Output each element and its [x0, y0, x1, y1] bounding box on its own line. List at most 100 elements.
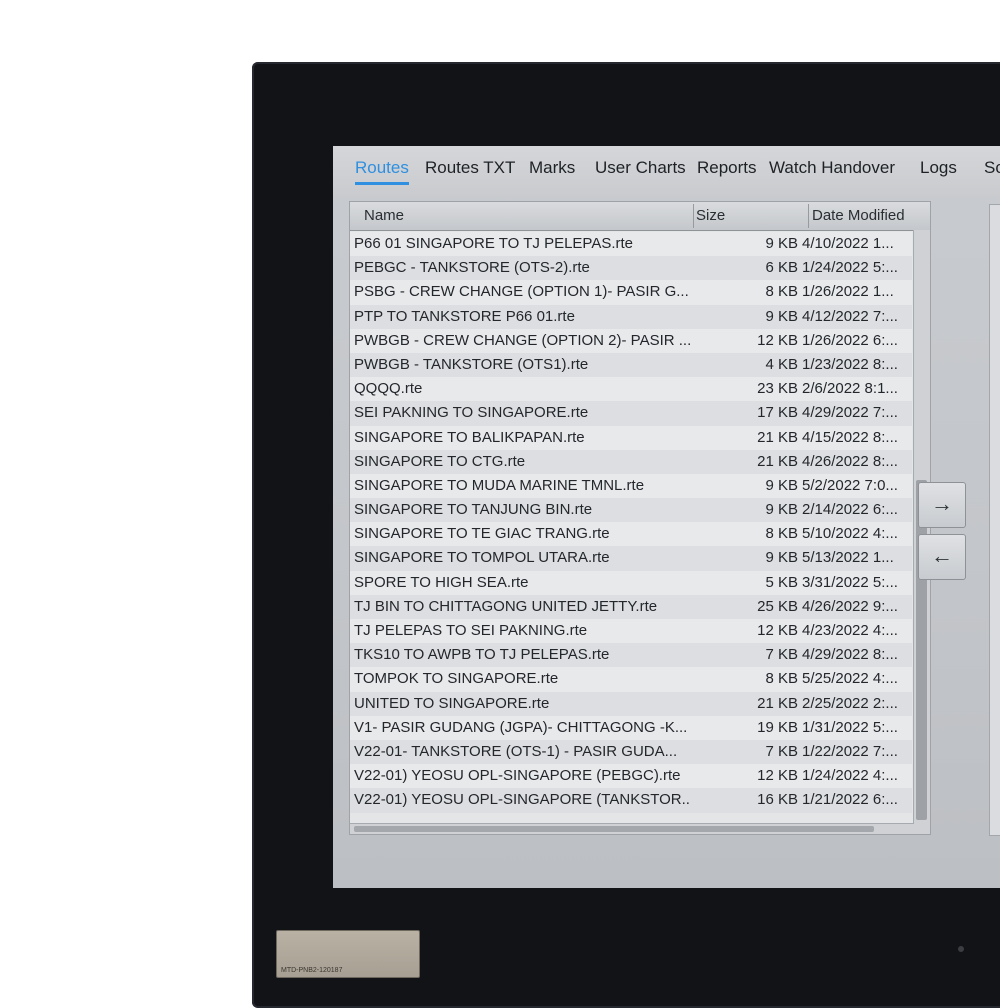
- table-row[interactable]: SINGAPORE TO CTG.rte 21 KB 4/26/2022 8:...: [350, 449, 912, 474]
- table-row[interactable]: TOMPOK TO SINGAPORE.rte 8 KB 5/25/2022 4:.…: [350, 667, 912, 692]
- file-name-cell: SINGAPORE TO CTG.rte: [354, 452, 526, 470]
- table-row[interactable]: TKS10 TO AWPB TO TJ PELEPAS.rte 7 KB 4/29/…: [350, 643, 912, 668]
- column-divider[interactable]: [808, 204, 809, 228]
- date-modified-cell: 1/23/2022 8:...: [802, 355, 898, 373]
- date-modified-cell: 5/13/2022 1...: [802, 549, 894, 567]
- vertical-scroll-thumb[interactable]: [916, 480, 927, 820]
- date-modified-cell: 4/23/2022 4:...: [802, 622, 898, 639]
- vertical-scrollbar[interactable]: [913, 230, 930, 834]
- file-size-cell: 12 KB: [757, 331, 798, 349]
- file-size-cell: 23 KB: [757, 380, 798, 398]
- date-modified-cell: 1/24/2022 5:...: [802, 259, 898, 277]
- table-row[interactable]: SINGAPORE TO TE GIAC TRANG.rte 8 KB 5/10/2…: [350, 522, 912, 547]
- file-name-cell: PTP TO TANKSTORE P66 01.rte: [354, 307, 575, 325]
- arrow-right-icon: →: [931, 491, 953, 516]
- move-left-button[interactable]: ←: [918, 534, 966, 580]
- file-size-cell: 25 KB: [757, 597, 798, 615]
- file-name-cell: SEI PAKNING TO SINGAPORE.rte: [354, 404, 589, 422]
- file-size-cell: 12 KB: [757, 767, 798, 785]
- date-modified-cell: 2/25/2022 2:...: [802, 694, 898, 712]
- table-row[interactable]: SINGAPORE TO BALIKPAPAN.rte 21 KB 4/15/202…: [350, 425, 912, 450]
- table-row[interactable]: SINGAPORE TO MUDA MARINE TMNL.rte 9 KB 5/2…: [350, 473, 912, 499]
- table-row[interactable]: V22-01- TANKSTORE (OTS-1) - PASIR GUDA..…: [350, 739, 912, 765]
- tab-reports[interactable]: Reports: [697, 158, 757, 178]
- file-size-cell: 9 KB: [765, 501, 798, 519]
- table-row[interactable]: V1- PASIR GUDANG (JGPA)- CHITTAGONG -K..…: [350, 715, 912, 740]
- move-right-button[interactable]: →: [918, 482, 966, 528]
- file-name-cell: V22-01) YEOSU OPL-SINGAPORE (TANKSTOR...: [354, 791, 690, 809]
- monitor-screen: Routes Routes TXT Marks User Charts Repo…: [333, 146, 1000, 888]
- serial-label-text: MTD-PNB2-120187: [281, 967, 343, 974]
- file-name-cell: SPORE TO HIGH SEA.rte: [354, 573, 529, 591]
- file-name-cell: TJ BIN TO CHITTAGONG UNITED JETTY.rte: [354, 597, 658, 615]
- table-row[interactable]: TJ BIN TO CHITTAGONG UNITED JETTY.rte 25 …: [350, 594, 912, 619]
- table-row[interactable]: SINGAPORE TO TANJUNG BIN.rte 9 KB 2/14/202…: [350, 498, 912, 523]
- file-name-cell: PEBGC - TANKSTORE (OTS-2).rte: [354, 259, 590, 277]
- file-name-cell: QQQQ.rte: [354, 380, 423, 398]
- date-modified-cell: 4/29/2022 8:...: [802, 646, 898, 664]
- table-row[interactable]: V22-01) YEOSU OPL-SINGAPORE (PEBGC).rte 1…: [350, 764, 912, 789]
- file-size-cell: 4 KB: [765, 355, 798, 373]
- tab-routes-txt[interactable]: Routes TXT: [425, 158, 515, 178]
- table-row[interactable]: SPORE TO HIGH SEA.rte 5 KB 3/31/2022 5:...: [350, 570, 912, 595]
- date-modified-cell: 1/31/2022 5:...: [802, 718, 898, 736]
- date-modified-cell: 1/26/2022 6:...: [802, 331, 898, 349]
- horizontal-scrollbar[interactable]: [350, 823, 914, 834]
- right-panel: [989, 204, 1000, 836]
- table-row[interactable]: V22-01) YEOSU OPL-SINGAPORE (TANKSTOR...…: [350, 788, 912, 813]
- file-size-cell: 9 KB: [765, 476, 798, 494]
- date-modified-cell: 5/25/2022 4:...: [802, 670, 898, 688]
- file-size-cell: 21 KB: [757, 694, 798, 712]
- tab-bar: Routes Routes TXT Marks User Charts Repo…: [333, 146, 1000, 196]
- file-name-cell: PSBG - CREW CHANGE (OPTION 1)- PASIR G..…: [354, 283, 689, 301]
- table-row[interactable]: TJ PELEPAS TO SEI PAKNING.rte 12 KB 4/23/2…: [350, 619, 912, 644]
- file-name-cell: SINGAPORE TO BALIKPAPAN.rte: [354, 428, 585, 446]
- date-modified-cell: 4/12/2022 7:...: [802, 307, 898, 325]
- table-row[interactable]: PEBGC - TANKSTORE (OTS-2).rte 6 KB 1/24/20…: [350, 256, 912, 281]
- date-modified-cell: 4/26/2022 8:...: [802, 452, 898, 470]
- date-modified-cell: 3/31/2022 5:...: [802, 573, 898, 591]
- file-size-cell: 17 KB: [757, 404, 798, 422]
- route-file-list: Name Size Date Modified P66 01 SINGAPORE…: [349, 201, 931, 835]
- table-row[interactable]: PWBGB - TANKSTORE (OTS1).rte 4 KB 1/23/202…: [350, 352, 912, 378]
- date-modified-cell: 1/22/2022 7:...: [802, 742, 898, 760]
- file-size-cell: 21 KB: [757, 428, 798, 446]
- horizontal-scroll-thumb[interactable]: [354, 826, 874, 832]
- file-size-cell: 5 KB: [765, 573, 798, 591]
- date-modified-cell: 2/6/2022 8:1...: [802, 380, 898, 398]
- column-header-name[interactable]: Name: [364, 207, 404, 224]
- tab-user-charts[interactable]: User Charts: [595, 158, 686, 178]
- table-row[interactable]: P66 01 SINGAPORE TO TJ PELEPAS.rte 9 KB 4/…: [350, 232, 912, 257]
- column-header-size[interactable]: Size: [696, 207, 725, 224]
- file-name-cell: V1- PASIR GUDANG (JGPA)- CHITTAGONG -K..…: [354, 718, 688, 736]
- file-name-cell: TJ PELEPAS TO SEI PAKNING.rte: [354, 622, 588, 639]
- list-body: P66 01 SINGAPORE TO TJ PELEPAS.rte 9 KB 4/…: [350, 232, 912, 813]
- file-name-cell: SINGAPORE TO TANJUNG BIN.rte: [354, 501, 593, 519]
- tab-watch-handover[interactable]: Watch Handover: [769, 158, 895, 178]
- date-modified-cell: 4/15/2022 8:...: [802, 428, 898, 446]
- table-row[interactable]: PWBGB - CREW CHANGE (OPTION 2)- PASIR ..…: [350, 328, 912, 353]
- column-divider[interactable]: [693, 204, 694, 228]
- file-name-cell: V22-01- TANKSTORE (OTS-1) - PASIR GUDA..…: [354, 742, 678, 760]
- arrow-left-icon: ←: [931, 543, 953, 568]
- tab-logs[interactable]: Logs: [920, 158, 957, 178]
- table-row[interactable]: PTP TO TANKSTORE P66 01.rte 9 KB 4/12/2022…: [350, 304, 912, 329]
- date-modified-cell: 4/26/2022 9:...: [802, 597, 898, 615]
- file-size-cell: 8 KB: [765, 670, 798, 688]
- table-row[interactable]: PSBG - CREW CHANGE (OPTION 1)- PASIR G..…: [350, 280, 912, 305]
- table-row[interactable]: UNITED TO SINGAPORE.rte 21 KB 2/25/2022 2:…: [350, 691, 912, 716]
- table-row[interactable]: SINGAPORE TO TOMPOL UTARA.rte 9 KB 5/13/20…: [350, 546, 912, 571]
- date-modified-cell: 4/10/2022 1...: [802, 235, 894, 252]
- date-modified-cell: 5/10/2022 4:...: [802, 525, 898, 543]
- date-modified-cell: 1/24/2022 4:...: [802, 767, 898, 785]
- tab-sc[interactable]: Sc: [984, 158, 1000, 178]
- column-header-date-modified[interactable]: Date Modified: [812, 207, 905, 224]
- file-name-cell: TOMPOK TO SINGAPORE.rte: [354, 670, 559, 688]
- date-modified-cell: 5/2/2022 7:0...: [802, 476, 898, 494]
- table-row[interactable]: SEI PAKNING TO SINGAPORE.rte 17 KB 4/29/20…: [350, 401, 912, 426]
- file-name-cell: SINGAPORE TO TOMPOL UTARA.rte: [354, 549, 610, 567]
- table-row[interactable]: QQQQ.rte 23 KB 2/6/2022 8:1...: [350, 377, 912, 402]
- tab-routes[interactable]: Routes: [355, 158, 409, 185]
- file-size-cell: 9 KB: [765, 549, 798, 567]
- tab-marks[interactable]: Marks: [529, 158, 575, 178]
